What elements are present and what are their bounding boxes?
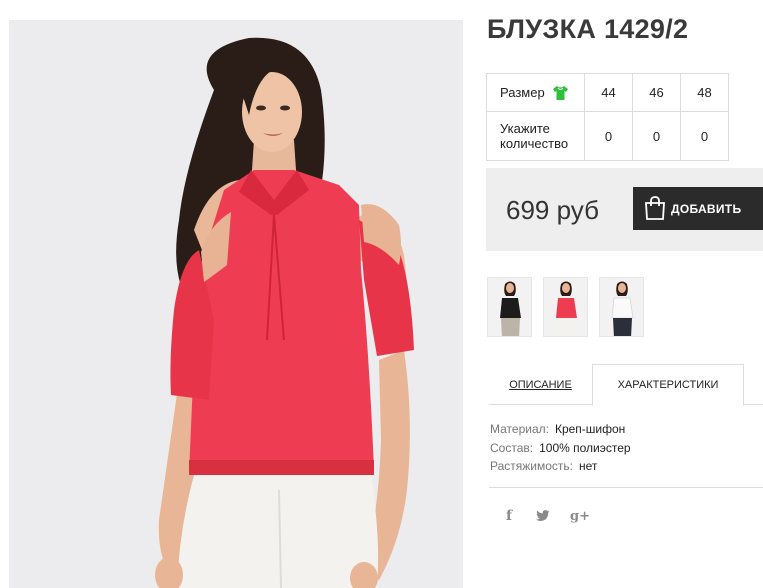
product-price: 699 руб [506,195,599,225]
quantity-input-48[interactable]: 0 [680,111,729,161]
thumbnail-white[interactable] [599,277,644,337]
thumbnail-white-image [600,278,643,336]
google-plus-icon[interactable]: g+ [570,509,590,524]
social-share: f g+ [502,508,590,524]
size-46[interactable]: 46 [632,73,681,112]
thumbnail-black[interactable] [487,277,532,337]
spec-key: Состав: [490,440,534,455]
spec-composition: Состав: 100% полиэстер [490,439,631,458]
size-44[interactable]: 44 [584,73,633,112]
size-label: Размер [500,85,545,100]
thumbnail-red-image [544,278,587,336]
size-label-cell: Размер [486,73,585,112]
size-48[interactable]: 48 [680,73,729,112]
spec-value: нет [579,459,598,473]
spec-stretch: Растяжимость: нет [490,457,631,476]
characteristics-list: Материал: Креп-шифон Состав: 100% полиэсте… [490,420,631,476]
spec-value: 100% полиэстер [539,440,631,455]
model-illustration [9,20,463,588]
twitter-icon[interactable] [536,510,550,522]
divider [489,487,763,488]
product-title: БЛУЗКА 1429/2 [487,14,689,44]
tab-description[interactable]: ОПИСАНИЕ [489,364,592,405]
thumbnail-red[interactable] [543,277,588,337]
product-tabs: ОПИСАНИЕ ХАРАКТЕРИСТИКИ [489,364,763,406]
thumbnail-black-image [488,278,531,336]
spec-key: Растяжимость: [490,459,574,473]
size-row: Размер 44 46 48 [486,73,729,112]
quantity-label-line1: Укажите [500,121,550,136]
spec-key: Материал: [490,422,549,436]
quantity-label-line2: количество [500,136,569,151]
quantity-label-cell: Укажите количество [486,111,585,161]
price-panel: 699 руб ДОБАВИТЬ [486,168,763,251]
product-main-image[interactable] [9,20,463,588]
add-to-cart-button[interactable]: ДОБАВИТЬ [633,187,763,230]
shopping-bag-icon [645,196,665,220]
facebook-icon[interactable]: f [502,508,516,524]
color-thumbnails [487,277,644,337]
spec-material: Материал: Креп-шифон [490,420,631,439]
spec-value: Креп-шифон [554,422,626,436]
quantity-input-44[interactable]: 0 [584,111,633,161]
shirt-icon[interactable] [552,85,569,101]
quantity-row: Укажите количество 0 0 0 [486,111,729,161]
quantity-input-46[interactable]: 0 [632,111,681,161]
size-quantity-table: Размер 44 46 48 Укажите количество 0 0 0 [486,73,729,161]
tab-characteristics[interactable]: ХАРАКТЕРИСТИКИ [592,364,744,406]
add-to-cart-label: ДОБАВИТЬ [671,201,742,216]
